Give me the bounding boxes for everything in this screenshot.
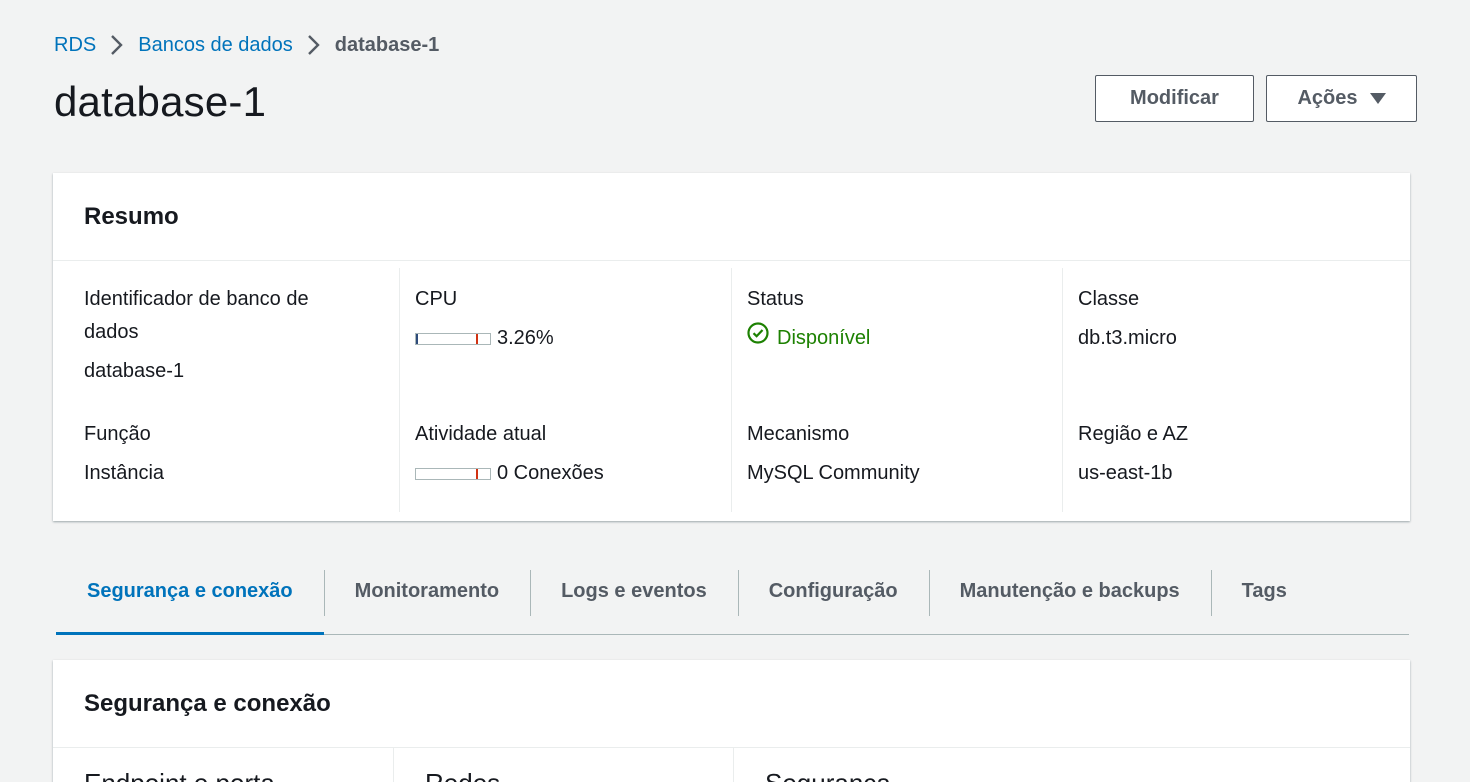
endpoint-port-heading: Endpoint e porta xyxy=(84,768,275,782)
summary-panel: Resumo Identificador de banco de dados d… xyxy=(53,173,1410,521)
engine-value: MySQL Community xyxy=(747,462,920,484)
role-field: Função Instância xyxy=(84,418,164,490)
security-column: Segurança xyxy=(733,748,1073,782)
check-circle-icon xyxy=(747,322,769,355)
activity-label: Atividade atual xyxy=(415,423,547,445)
db-identifier-label: Identificador de banco de dados xyxy=(84,288,309,343)
chevron-right-icon xyxy=(106,32,128,58)
activity-field: Atividade atual 0 Conexões xyxy=(415,418,604,490)
security-heading: Segurança xyxy=(765,768,891,782)
security-connection-panel: Segurança e conexão Endpoint e porta Red… xyxy=(53,660,1410,782)
cpu-meter: 3.26% xyxy=(415,322,554,355)
security-connection-header: Segurança e conexão xyxy=(53,660,1410,748)
activity-value: 0 Conexões xyxy=(497,462,604,484)
cpu-field: CPU 3.26% xyxy=(415,283,554,355)
status-value: Disponível xyxy=(747,322,870,355)
role-label: Função xyxy=(84,423,151,445)
tab-maintenance-backups[interactable]: Manutenção e backups xyxy=(928,566,1211,634)
details-tabs: Segurança e conexão Monitoramento Logs e… xyxy=(56,566,1409,635)
endpoint-port-column: Endpoint e porta xyxy=(53,748,393,782)
class-value: db.t3.micro xyxy=(1078,327,1177,349)
tab-label: Configuração xyxy=(768,579,898,602)
db-identifier-value: database-1 xyxy=(84,360,185,382)
tab-label: Segurança e conexão xyxy=(87,579,293,602)
activity-meter-threshold xyxy=(476,468,478,479)
breadcrumb-link-rds[interactable]: RDS xyxy=(54,34,96,57)
summary-column-3: Status Disponível Mecanismo MySQL Commun… xyxy=(731,268,1062,512)
summary-column-1: Identificador de banco de dados database… xyxy=(53,268,399,512)
activity-meter-bar xyxy=(415,467,491,480)
tab-logs-events[interactable]: Logs e eventos xyxy=(530,566,738,634)
tab-label: Logs e eventos xyxy=(561,579,707,602)
cpu-value: 3.26% xyxy=(497,327,554,349)
actions-button-label: Ações xyxy=(1297,87,1358,109)
role-value: Instância xyxy=(84,462,165,484)
tab-label: Tags xyxy=(1241,579,1287,602)
summary-column-2: CPU 3.26% Atividade atual 0 Conexões xyxy=(399,268,731,512)
status-label: Status xyxy=(747,288,804,310)
status-field: Status Disponível xyxy=(747,283,870,355)
cpu-label: CPU xyxy=(415,288,458,310)
security-connection-grid: Endpoint e porta Redes Segurança xyxy=(53,748,1410,782)
activity-meter: 0 Conexões xyxy=(415,457,604,490)
tab-label: Monitoramento xyxy=(354,579,500,602)
breadcrumb: RDS Bancos de dados database-1 xyxy=(54,32,439,58)
security-connection-title: Segurança e conexão xyxy=(84,689,331,717)
status-text: Disponível xyxy=(777,327,871,349)
networking-heading: Redes xyxy=(425,768,500,782)
region-field: Região e AZ us-east-1b xyxy=(1078,418,1188,490)
class-field: Classe db.t3.micro xyxy=(1078,283,1177,355)
modify-button-label: Modificar xyxy=(1130,87,1219,109)
engine-label: Mecanismo xyxy=(747,423,850,445)
actions-dropdown-button[interactable]: Ações xyxy=(1266,75,1417,122)
breadcrumb-current: database-1 xyxy=(334,33,440,56)
tab-configuration[interactable]: Configuração xyxy=(737,566,929,634)
cpu-meter-bar xyxy=(415,332,491,345)
cpu-meter-fill xyxy=(416,333,419,344)
tab-label: Manutenção e backups xyxy=(959,579,1180,602)
caret-down-icon xyxy=(1369,87,1386,110)
region-value: us-east-1b xyxy=(1078,462,1173,484)
summary-column-4: Classe db.t3.micro Região e AZ us-east-1… xyxy=(1062,268,1408,512)
region-label: Região e AZ xyxy=(1078,423,1189,445)
networking-column: Redes xyxy=(393,748,733,782)
class-label: Classe xyxy=(1078,288,1140,310)
chevron-right-icon xyxy=(303,32,325,58)
summary-title: Resumo xyxy=(84,202,179,230)
tab-security-connection[interactable]: Segurança e conexão xyxy=(56,566,324,635)
modify-button[interactable]: Modificar xyxy=(1095,75,1254,122)
db-identifier-field: Identificador de banco de dados database… xyxy=(84,283,354,388)
tab-monitoring[interactable]: Monitoramento xyxy=(323,566,530,634)
tab-tags[interactable]: Tags xyxy=(1210,566,1318,634)
summary-header: Resumo xyxy=(53,173,1410,261)
breadcrumb-link-databases[interactable]: Bancos de dados xyxy=(138,34,293,57)
summary-grid: Identificador de banco de dados database… xyxy=(53,261,1410,521)
engine-field: Mecanismo MySQL Community xyxy=(747,418,920,490)
cpu-meter-threshold xyxy=(476,333,478,344)
page-title: database-1 xyxy=(54,78,267,125)
